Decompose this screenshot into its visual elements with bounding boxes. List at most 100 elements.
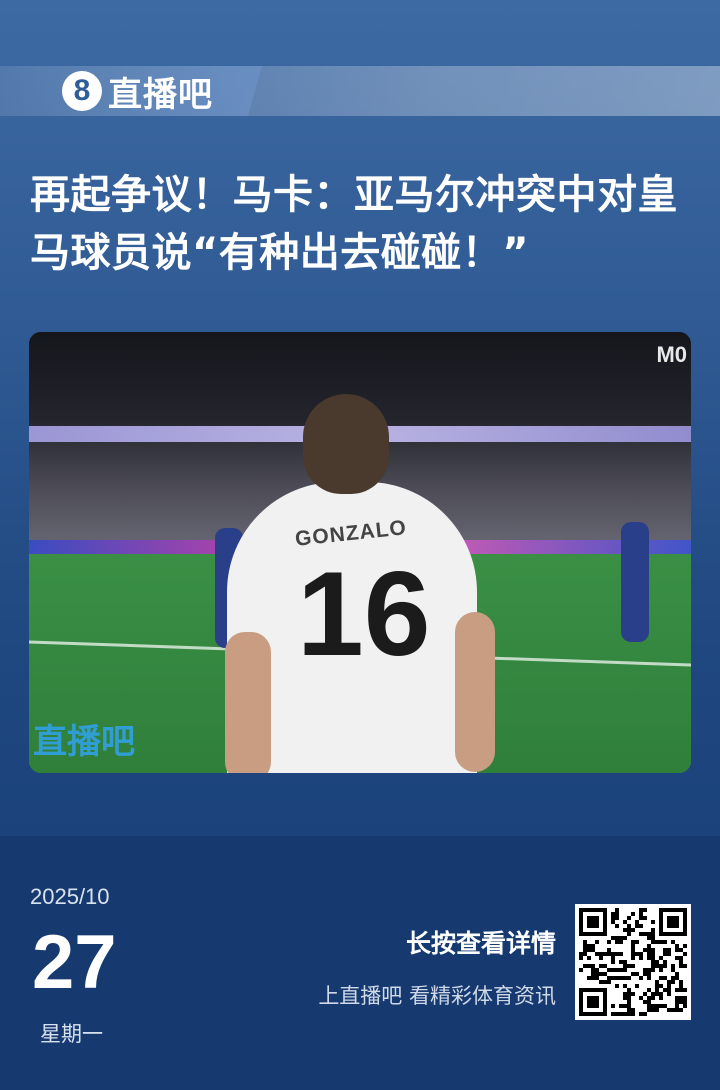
qr-module bbox=[627, 924, 631, 928]
background-player bbox=[621, 522, 649, 642]
qr-module bbox=[659, 968, 663, 972]
qr-module bbox=[619, 952, 623, 956]
qr-module bbox=[639, 996, 643, 1000]
qr-module bbox=[635, 940, 639, 944]
qr-module bbox=[611, 912, 615, 916]
player-head bbox=[303, 394, 389, 494]
qr-module bbox=[615, 936, 619, 940]
qr-module bbox=[679, 984, 683, 988]
qr-module bbox=[599, 972, 603, 976]
cta-main: 长按查看详情 bbox=[405, 929, 556, 958]
player-arm bbox=[455, 612, 495, 772]
qr-module bbox=[659, 940, 663, 944]
qr-module bbox=[611, 1012, 615, 1016]
qr-module bbox=[647, 1008, 651, 1012]
qr-module bbox=[627, 964, 631, 968]
qr-module bbox=[667, 988, 671, 992]
qr-module bbox=[611, 920, 615, 924]
qr-module bbox=[655, 1008, 659, 1012]
qr-module bbox=[631, 928, 635, 932]
qr-module bbox=[591, 976, 595, 980]
qr-module bbox=[611, 960, 615, 964]
qr-module bbox=[595, 940, 599, 944]
qr-module bbox=[615, 940, 619, 944]
qr-module bbox=[631, 944, 635, 948]
article-photo[interactable]: GONZALO 16 直播吧 M0 bbox=[29, 332, 691, 773]
qr-module bbox=[655, 992, 659, 996]
qr-module bbox=[647, 932, 651, 936]
qr-module bbox=[683, 996, 687, 1000]
qr-module bbox=[635, 952, 639, 956]
qr-module bbox=[631, 992, 635, 996]
brand-logo: 8 直播吧 bbox=[62, 70, 213, 115]
qr-module bbox=[675, 956, 679, 960]
broadcaster-mark-icon: M0 bbox=[656, 342, 687, 367]
qr-module bbox=[675, 1004, 679, 1008]
qr-module bbox=[651, 932, 655, 936]
qr-module bbox=[591, 964, 595, 968]
qr-module bbox=[623, 996, 627, 1000]
qr-module bbox=[619, 936, 623, 940]
qr-module bbox=[623, 992, 627, 996]
qr-module bbox=[591, 968, 595, 972]
weekday: 星期一 bbox=[40, 1022, 103, 1046]
qr-module bbox=[675, 944, 679, 948]
qr-module bbox=[623, 1012, 627, 1016]
qr-module bbox=[599, 956, 603, 960]
qr-module bbox=[631, 972, 635, 976]
qr-module bbox=[619, 940, 623, 944]
qr-module bbox=[611, 956, 615, 960]
qr-code[interactable] bbox=[575, 904, 691, 1020]
qr-module bbox=[587, 976, 591, 980]
qr-module bbox=[651, 920, 655, 924]
qr-module bbox=[619, 1004, 623, 1008]
qr-module bbox=[623, 976, 627, 980]
qr-module bbox=[679, 1000, 683, 1004]
qr-module bbox=[615, 1012, 619, 1016]
qr-module bbox=[651, 992, 655, 996]
qr-module bbox=[679, 960, 683, 964]
qr-module bbox=[659, 1004, 663, 1008]
qr-module bbox=[643, 916, 647, 920]
qr-module bbox=[611, 968, 615, 972]
qr-module bbox=[619, 1012, 623, 1016]
qr-module bbox=[663, 952, 667, 956]
qr-module bbox=[675, 972, 679, 976]
date-year-month: 2025/10 bbox=[30, 884, 110, 909]
qr-module bbox=[611, 936, 615, 940]
qr-module bbox=[651, 948, 655, 952]
qr-module bbox=[623, 936, 627, 940]
qr-module bbox=[627, 988, 631, 992]
qr-module bbox=[651, 956, 655, 960]
qr-module bbox=[671, 976, 675, 980]
qr-module bbox=[663, 964, 667, 968]
qr-module bbox=[639, 916, 643, 920]
qr-module bbox=[671, 964, 675, 968]
qr-module bbox=[647, 968, 651, 972]
qr-module bbox=[655, 980, 659, 984]
qr-module bbox=[591, 972, 595, 976]
shirt-number: 16 bbox=[297, 547, 431, 681]
qr-module bbox=[615, 968, 619, 972]
qr-module bbox=[587, 944, 591, 948]
qr-module bbox=[667, 992, 671, 996]
brand-name: 直播吧 bbox=[108, 74, 213, 115]
qr-module bbox=[679, 980, 683, 984]
qr-module bbox=[623, 928, 627, 932]
qr-module bbox=[627, 928, 631, 932]
qr-module bbox=[623, 960, 627, 964]
qr-module bbox=[607, 940, 611, 944]
qr-module bbox=[683, 952, 687, 956]
qr-module bbox=[591, 944, 595, 948]
qr-module bbox=[671, 1008, 675, 1012]
qr-module bbox=[595, 968, 599, 972]
qr-module bbox=[647, 956, 651, 960]
qr-module bbox=[607, 976, 611, 980]
qr-module bbox=[679, 996, 683, 1000]
qr-module bbox=[643, 908, 647, 912]
qr-module bbox=[627, 916, 631, 920]
qr-module bbox=[583, 948, 587, 952]
qr-module bbox=[639, 924, 643, 928]
qr-module bbox=[643, 968, 647, 972]
qr-module bbox=[647, 976, 651, 980]
